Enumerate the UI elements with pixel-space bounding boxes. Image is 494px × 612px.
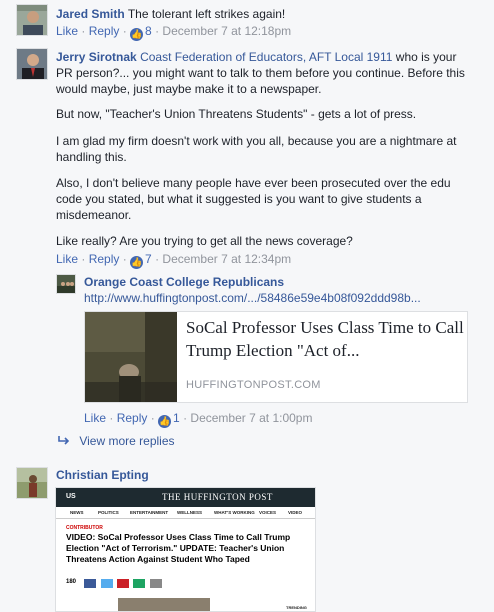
comment-text-line: Also, I don't believe many people have e… xyxy=(56,176,451,190)
comment-text-line: I am glad my firm doesn't work with you … xyxy=(56,134,457,148)
avatar[interactable] xyxy=(16,4,48,36)
email-icon xyxy=(133,579,146,588)
like-link[interactable]: Like xyxy=(56,24,78,38)
link-preview-card[interactable]: SoCal Professor Uses Class Time to Call … xyxy=(84,311,468,403)
avatar[interactable] xyxy=(16,48,48,80)
comment-author[interactable]: Jared Smith xyxy=(56,7,125,21)
nav-item: WELLNESS xyxy=(177,510,203,515)
link-preview-title[interactable]: SoCal Professor Uses Class Time to Call … xyxy=(186,316,466,362)
nav-item: WHAT'S WORKING xyxy=(214,510,255,515)
like-reaction-icon[interactable]: 👍 xyxy=(130,256,144,269)
like-reaction-icon[interactable]: 👍 xyxy=(158,415,172,428)
comment-timestamp[interactable]: December 7 at 12:34pm xyxy=(162,252,291,266)
link-preview-image[interactable] xyxy=(85,312,177,402)
comment-paragraph: But now, "Teacher's Union Threatens Stud… xyxy=(56,107,417,121)
comment-author[interactable]: Christian Epting xyxy=(56,468,149,482)
site-header-bar: US THE HUFFINGTON POST xyxy=(56,488,315,507)
comment-text-line: would maybe, just maybe make it to a new… xyxy=(56,82,322,96)
nav-item: NEWS xyxy=(70,510,84,515)
nav-item: ENTERTAINMENT xyxy=(130,510,169,515)
nav-item: POLITICS xyxy=(98,510,119,515)
tagged-page-link[interactable]: Coast Federation of Educators, AFT Local… xyxy=(140,50,392,64)
reaction-count[interactable]: 1 xyxy=(173,411,180,425)
view-more-replies-label[interactable]: View more replies xyxy=(79,434,174,448)
contributor-label: CONTRIBUTOR xyxy=(66,525,103,531)
share-count: 180 xyxy=(66,579,77,585)
like-reaction-icon[interactable]: 👍 xyxy=(130,28,144,41)
pinterest-icon xyxy=(117,579,130,588)
article-headline: VIDEO: SoCal Professor Uses Class Time t… xyxy=(66,532,291,564)
comment-text-line: handling this. xyxy=(56,150,127,164)
twitter-icon xyxy=(100,579,113,588)
comment-text-line: misdemeanor. xyxy=(56,208,132,222)
reply-link[interactable]: Reply xyxy=(117,411,148,425)
comment-author[interactable]: Jerry Sirotnak xyxy=(56,50,137,64)
reaction-count[interactable]: 7 xyxy=(145,252,152,266)
comment-text-line: code you stated, but what it suggested i… xyxy=(56,192,422,206)
comment-text-line: PR person?... you might want to talk to … xyxy=(56,66,465,80)
reply-link[interactable]: Reply xyxy=(89,252,120,266)
comment-text-line: who is your xyxy=(395,50,457,64)
site-logo: THE HUFFINGTON POST xyxy=(162,492,273,502)
comment-text: The tolerant left strikes again! xyxy=(127,7,286,21)
trending-label: TRENDING xyxy=(286,605,307,610)
site-nav: NEWS POLITICS ENTERTAINMENT WELLNESS WHA… xyxy=(56,507,315,519)
avatar[interactable] xyxy=(16,467,48,499)
nav-item: VIDEO xyxy=(288,510,303,515)
attached-screenshot-image[interactable]: US THE HUFFINGTON POST NEWS POLITICS ENT… xyxy=(55,487,316,612)
comment-timestamp[interactable]: December 7 at 1:00pm xyxy=(190,411,312,425)
facebook-icon xyxy=(84,579,97,588)
avatar[interactable] xyxy=(56,274,76,294)
comment-timestamp[interactable]: December 7 at 12:18pm xyxy=(162,24,291,38)
like-link[interactable]: Like xyxy=(84,411,106,425)
nav-item: VOICES xyxy=(259,510,277,515)
view-more-replies[interactable]: View more replies xyxy=(58,433,175,449)
article-photo xyxy=(118,598,210,611)
like-link[interactable]: Like xyxy=(56,252,78,266)
shared-url-link[interactable]: http://www.huffingtonpost.com/.../58486e… xyxy=(84,290,421,306)
reply-arrow-icon xyxy=(58,434,73,448)
reply-author[interactable]: Orange Coast College Republicans xyxy=(84,275,284,289)
edition-label: US xyxy=(66,493,76,500)
comment-paragraph: Like really? Are you trying to get all t… xyxy=(56,234,353,248)
link-preview-domain: HUFFINGTONPOST.COM xyxy=(186,379,321,391)
share-bar: 180 xyxy=(66,579,163,589)
reply-link[interactable]: Reply xyxy=(89,24,120,38)
reaction-count[interactable]: 8 xyxy=(145,24,152,38)
comment-icon xyxy=(149,579,162,588)
